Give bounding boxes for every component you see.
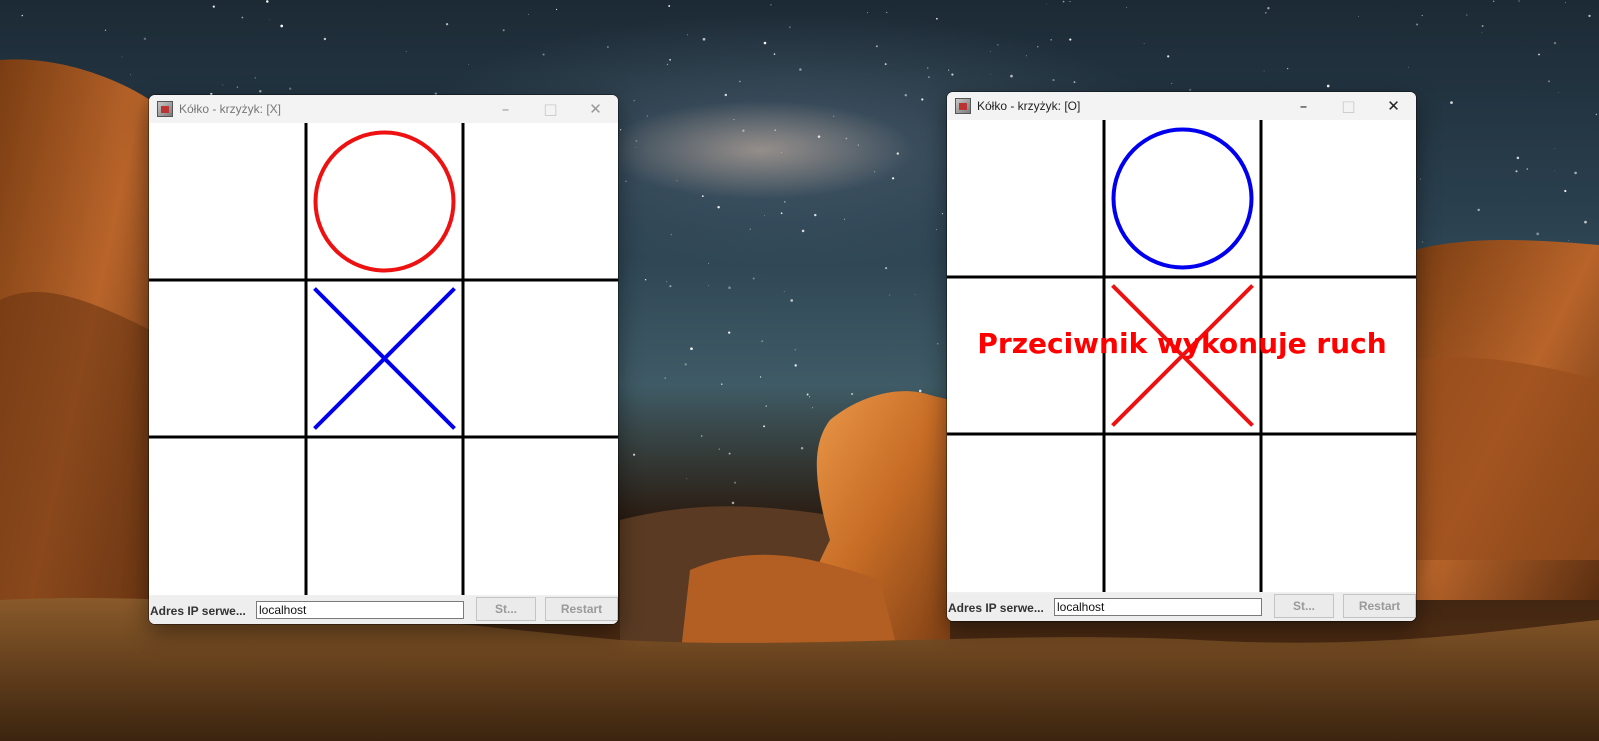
board-cell[interactable] [949,436,1102,589]
game-window-x: Kółko - krzyżyk: [X] – □ ✕ Adres IP serw… [149,95,618,624]
board-cell[interactable] [1106,436,1259,589]
connection-bar: Adres IP serwe... St... Restart [947,593,1416,621]
game-board[interactable]: Przeciwnik wykonuje ruch [947,120,1416,592]
game-window-o: Kółko - krzyżyk: [O] – □ ✕ Przeciwnik wy… [947,92,1416,621]
board-cell[interactable] [1263,436,1416,589]
start-button[interactable]: St... [1274,594,1334,618]
title-bar[interactable]: Kółko - krzyżyk: [O] – □ ✕ [947,92,1416,120]
board-cell[interactable] [308,125,461,278]
window-title: Kółko - krzyżyk: [X] [179,102,282,116]
connection-bar: Adres IP serwe... St... Restart [149,596,618,624]
window-title: Kółko - krzyżyk: [O] [977,99,1081,113]
board-cell[interactable] [151,125,304,278]
restart-button[interactable]: Restart [545,597,618,621]
board-cell[interactable] [949,122,1102,275]
java-app-icon [157,101,173,117]
minimize-button[interactable]: – [1281,92,1326,120]
close-button[interactable]: ✕ [1371,92,1416,120]
java-app-icon [955,98,971,114]
board-cell[interactable] [465,439,618,592]
board-cell[interactable] [465,125,618,278]
board-cell[interactable] [1263,122,1416,275]
ip-address-input[interactable] [256,601,464,619]
ip-address-input[interactable] [1054,598,1262,616]
ip-address-label: Adres IP serwe... [948,601,1044,615]
maximize-button: □ [543,100,558,118]
board-cell[interactable] [465,282,618,435]
minimize-button[interactable]: – [483,95,528,123]
game-board[interactable] [149,123,618,595]
board-cell[interactable] [151,282,304,435]
title-bar[interactable]: Kółko - krzyżyk: [X] – □ ✕ [149,95,618,123]
board-cell[interactable] [308,439,461,592]
start-button[interactable]: St... [476,597,536,621]
board-cell[interactable] [949,279,1102,432]
board-cell[interactable] [1106,122,1259,275]
restart-button[interactable]: Restart [1343,594,1416,618]
board-cell[interactable] [151,439,304,592]
maximize-button: □ [1341,97,1356,115]
board-cell[interactable] [1263,279,1416,432]
close-button[interactable]: ✕ [573,95,618,123]
ip-address-label: Adres IP serwe... [150,604,246,618]
